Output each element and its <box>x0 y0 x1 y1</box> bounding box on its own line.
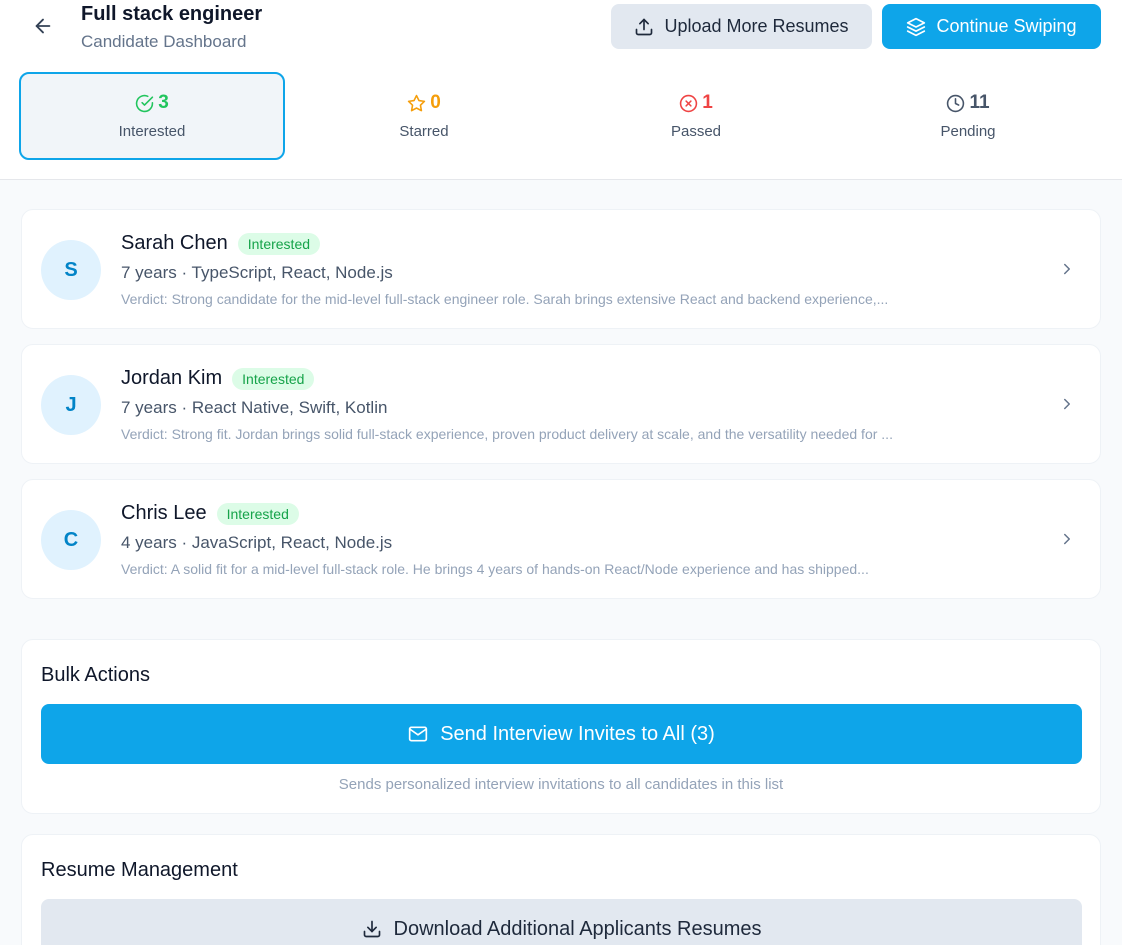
send-invites-hint: Sends personalized interview invitations… <box>338 776 784 793</box>
chevron-right-icon <box>1064 263 1070 275</box>
upload-resumes-button[interactable]: Upload More Resumes <box>611 4 872 49</box>
page-title: Full stack engineer <box>81 3 263 25</box>
stat-tab-passed[interactable]: 1 Passed <box>563 72 829 160</box>
arrow-left-icon <box>35 18 51 34</box>
star-icon <box>407 94 426 111</box>
upload-icon <box>636 18 653 35</box>
candidate-card[interactable]: S Sarah Chen Interested 7 years · TypeSc… <box>21 209 1101 329</box>
stat-value: 1 <box>702 92 713 113</box>
candidate-name: Chris Lee <box>121 502 207 524</box>
stat-label: Passed <box>670 123 722 140</box>
download-icon <box>363 920 380 938</box>
bulk-actions-title: Bulk Actions <box>41 664 150 686</box>
bulk-actions-card: Bulk Actions Send Interview Invites to A… <box>21 639 1101 814</box>
candidate-meta: 7 years · TypeScript, React, Node.js <box>121 263 393 282</box>
stat-label: Interested <box>118 123 186 140</box>
stat-tab-pending[interactable]: 11 Pending <box>835 72 1101 160</box>
stat-value: 0 <box>430 92 441 113</box>
stat-label: Starred <box>399 123 449 140</box>
chevron-right-icon <box>1064 533 1070 545</box>
stat-value: 11 <box>969 92 990 113</box>
candidate-verdict: Verdict: Strong fit. Jordan brings solid… <box>121 426 893 442</box>
download-resumes-button[interactable]: Download Additional Applicants Resumes <box>41 899 1082 945</box>
upload-resumes-label: Upload More Resumes <box>664 16 849 36</box>
x-circle-icon <box>679 94 698 112</box>
stat-tab-starred[interactable]: 0 Starred <box>291 72 557 160</box>
continue-swiping-button[interactable]: Continue Swiping <box>882 4 1101 49</box>
candidate-meta: 7 years · React Native, Swift, Kotlin <box>121 398 388 417</box>
send-invites-label: Send Interview Invites to All (3) <box>440 722 715 745</box>
status-badge: Interested <box>232 367 315 390</box>
status-badge: Interested <box>216 502 299 525</box>
candidate-verdict: Verdict: A solid fit for a mid-level ful… <box>121 561 869 577</box>
continue-swiping-label: Continue Swiping <box>936 16 1077 36</box>
candidate-meta: 4 years · JavaScript, React, Node.js <box>121 533 393 552</box>
chevron-right-icon <box>1064 398 1070 410</box>
candidate-card[interactable]: J Jordan Kim Interested 7 years · React … <box>21 344 1101 464</box>
candidate-verdict: Verdict: Strong candidate for the mid-le… <box>121 291 889 307</box>
resume-management-title: Resume Management <box>41 859 238 881</box>
download-resumes-label: Download Additional Applicants Resumes <box>393 917 762 940</box>
clock-icon <box>947 94 965 112</box>
avatar: C <box>41 510 101 570</box>
send-invites-button[interactable]: Send Interview Invites to All (3) <box>41 704 1082 764</box>
stat-tab-interested[interactable]: 3 Interested <box>19 72 285 160</box>
avatar: J <box>41 375 101 435</box>
header-bar: Full stack engineer Candidate Dashboard … <box>0 0 1122 180</box>
check-circle-icon <box>136 94 154 112</box>
candidate-name: Sarah Chen <box>121 232 228 254</box>
status-badge: Interested <box>237 232 321 255</box>
resume-management-card: Resume Management Download Additional Ap… <box>21 834 1101 945</box>
layers-icon <box>907 17 926 36</box>
back-button[interactable] <box>30 13 56 39</box>
candidate-card[interactable]: C Chris Lee Interested 4 years · JavaScr… <box>21 479 1101 599</box>
mail-icon <box>409 726 428 742</box>
stat-label: Pending <box>940 123 996 140</box>
candidate-name: Jordan Kim <box>121 367 223 389</box>
avatar: S <box>41 240 101 300</box>
stat-value: 3 <box>158 92 169 113</box>
page-subtitle: Candidate Dashboard <box>81 32 247 51</box>
